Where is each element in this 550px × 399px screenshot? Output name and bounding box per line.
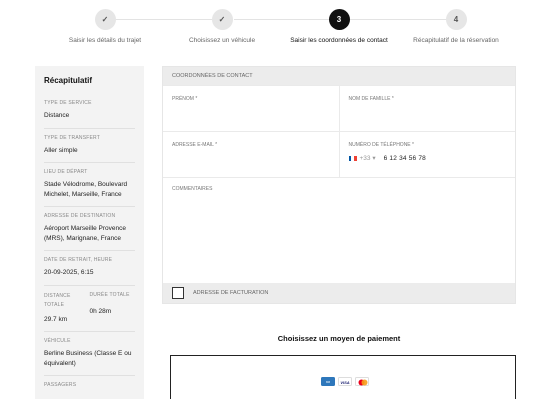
email-field[interactable]: ADRESSE E-MAIL * [163,132,339,177]
summary-value: Stade Vélodrome, Boulevard Michelet, Mar… [44,181,128,198]
summary-service-type: TYPE DE SERVICE Distance [44,94,135,129]
step-label: Récapitulatif de la réservation [413,37,499,44]
booking-summary: Récapitulatif TYPE DE SERVICE Distance T… [35,66,144,399]
contact-row: ADRESSE E-MAIL * NUMÉRO DE TÉLÉPHONE * +… [163,131,515,177]
billing-address-toggle[interactable]: ADRESSE DE FACTURATION [163,283,515,303]
first-name-field[interactable]: PRÉNOM * [163,86,339,131]
field-label: ADRESSE E-MAIL * [172,142,218,148]
summary-label: DATE DE RETRAIT, HEURE [44,257,113,263]
summary-label: DURÉE TOTALE [89,291,130,298]
phone-field: NUMÉRO DE TÉLÉPHONE * +33 ▾ 6 12 34 56 7… [338,132,516,177]
summary-departure: LIEU DE DÉPART Stade Vélodrome, Boulevar… [44,163,135,207]
step-number: 3 [328,9,350,30]
summary-value: Aéroport Marseille Provence (MRS), Marig… [44,225,127,242]
last-name-field[interactable]: NOM DE FAMILLE * [338,86,516,131]
phone-input-row: +33 ▾ 6 12 34 56 78 [348,154,507,162]
progress-stepper: ✓ Saisir les détails du trajet ✓ Choisis… [0,0,550,50]
summary-passengers: PASSAGERS [44,376,135,399]
field-label: NOM DE FAMILLE * [348,96,394,102]
comments-field[interactable]: COMMENTAIRES [163,177,515,283]
check-icon: ✓ [211,9,233,30]
summary-distance: DISTANCE TOTALE 29.7 km [44,292,90,325]
field-label: NUMÉRO DE TÉLÉPHONE * [348,142,414,148]
summary-vehicle: VÉHICULE Berline Business (Classe E ou é… [44,332,135,376]
france-flag-icon[interactable] [348,155,357,161]
summary-value: Berline Business (Classe E ou équivalent… [44,350,132,367]
visa-icon: VISA [338,377,352,386]
billing-label: ADRESSE DE FACTURATION [193,290,269,296]
summary-value: 29.7 km [44,315,68,323]
name-row: PRÉNOM * NOM DE FAMILLE * [163,85,515,131]
card-logos: ▭ VISA [321,377,369,386]
contact-form: COORDONNÉES DE CONTACT PRÉNOM * NOM DE F… [162,66,516,304]
field-label: PRÉNOM * [172,96,198,102]
summary-duration: DURÉE TOTALE 0h 28m [90,292,136,325]
step-summary: 4 Récapitulatif de la réservation [376,9,536,44]
summary-label: DISTANCE TOTALE [44,292,71,308]
summary-label: PASSAGERS [44,382,77,388]
payment-option-card[interactable]: ▭ VISA [170,355,516,399]
summary-value: Distance [44,112,70,119]
field-label: COMMENTAIRES [172,186,213,192]
amex-icon: ▭ [321,377,335,386]
billing-checkbox[interactable] [172,287,184,299]
payment-title: Choisissez un moyen de paiement [277,334,401,343]
phone-input[interactable]: 6 12 34 56 78 [384,155,426,162]
summary-label: TYPE DE TRANSFERT [44,134,101,141]
country-code-select[interactable]: +33 ▾ [360,154,376,162]
summary-destination: ADRESSE DE DESTINATION Aéroport Marseill… [44,207,135,251]
summary-pickup: DATE DE RETRAIT, HEURE 20-09-2025, 6:15 [44,251,135,286]
summary-value: 0h 28m [89,307,112,315]
summary-transfer-type: TYPE DE TRANSFERT Aller simple [44,129,135,163]
summary-value: 20-09-2025, 6:15 [44,269,94,276]
summary-distance-duration: DISTANCE TOTALE 29.7 km DURÉE TOTALE 0h … [44,286,136,332]
mastercard-icon [355,377,369,386]
check-icon: ✓ [94,9,116,30]
summary-value: Aller simple [44,146,78,154]
summary-label: ADRESSE DE DESTINATION [44,213,116,219]
summary-label: TYPE DE SERVICE [44,100,92,106]
summary-label: VÉHICULE [44,338,71,344]
summary-label: LIEU DE DÉPART [44,169,88,175]
summary-title: Récapitulatif [44,76,93,85]
form-header: COORDONNÉES DE CONTACT [163,67,515,85]
step-number: 4 [445,9,467,30]
